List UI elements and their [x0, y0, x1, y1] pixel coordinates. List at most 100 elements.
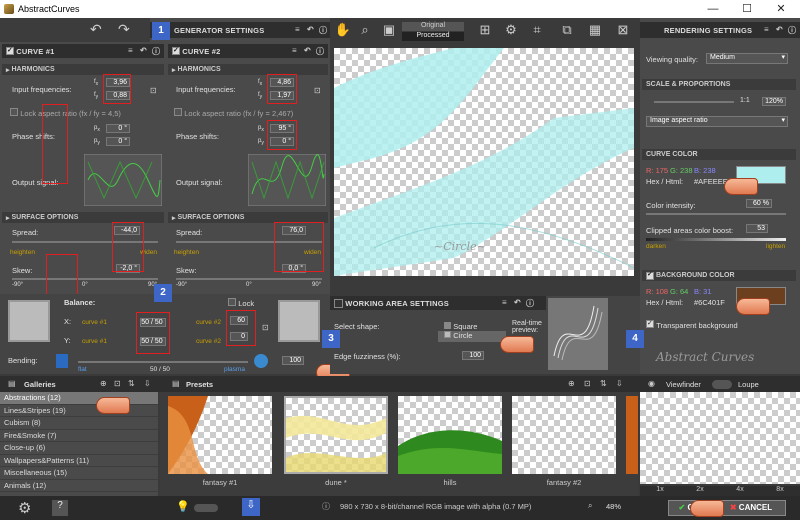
background-checkbox[interactable] — [646, 271, 654, 280]
reset-icon[interactable]: ↶ — [140, 46, 147, 55]
reset-icon[interactable]: ↶ — [307, 25, 314, 34]
radio-circle[interactable] — [444, 331, 451, 338]
sort-icon[interactable]: ⇅ — [128, 379, 135, 388]
cancel-button[interactable]: ✖ CANCEL — [716, 500, 786, 516]
lightbulb-icon[interactable]: 💡 — [176, 500, 190, 513]
loupe-label[interactable]: Loupe — [738, 380, 759, 389]
minimize-button[interactable]: — — [696, 0, 730, 18]
curve1-py-field[interactable]: 0 ° — [106, 137, 130, 146]
curve1-texture-thumb[interactable] — [8, 300, 50, 342]
gallery-item[interactable]: Miscellaneous (15) — [0, 467, 158, 480]
curve1-skew-slider[interactable] — [12, 278, 158, 280]
info-icon[interactable]: ⓘ — [152, 46, 160, 57]
grid-icon[interactable]: ⊞ — [474, 19, 496, 41]
original-button[interactable]: Original — [402, 22, 464, 31]
crop-icon[interactable]: ⌗ — [526, 19, 548, 41]
clipped-boost-field[interactable]: 53 — [746, 224, 768, 233]
clipped-boost-slider[interactable] — [646, 238, 786, 241]
gallery-item[interactable]: Abstractions (12) — [0, 392, 158, 405]
scale-slider[interactable] — [654, 101, 734, 103]
preview-canvas[interactable]: ~Circle~ — [334, 48, 634, 276]
add-folder-icon[interactable]: ⊕ — [100, 379, 107, 388]
gallery-item[interactable]: Wallpapers&Patterns (11) — [0, 455, 158, 467]
tips-toggle[interactable] — [194, 504, 218, 512]
redo-icon[interactable]: ↷ — [118, 21, 130, 38]
viewfinder-label[interactable]: Viewfinder — [666, 380, 701, 389]
curve2-texture-thumb[interactable] — [278, 300, 320, 342]
download-icon[interactable]: ⇩ — [242, 498, 260, 516]
gallery-item[interactable]: Cubism (8) — [0, 417, 158, 430]
preset-thumb-fantasy-2[interactable] — [512, 396, 616, 474]
transparent-bg-row[interactable]: Transparent background — [646, 320, 738, 330]
zoom-4x[interactable]: 4x — [736, 486, 743, 496]
lock-checkbox[interactable] — [174, 108, 182, 116]
gallery-item[interactable]: Close-up (6) — [0, 442, 158, 455]
fit-icon[interactable]: ⧉ — [556, 19, 578, 41]
curve1-enable-checkbox[interactable] — [6, 47, 14, 55]
menu-icon[interactable]: ≡ — [502, 298, 507, 307]
zoom-icon[interactable]: ⌕ — [354, 19, 376, 41]
preset-thumb-partial[interactable] — [626, 396, 638, 474]
gallery-item[interactable]: Animals (12) — [0, 480, 158, 492]
zoom-2x[interactable]: 2x — [696, 486, 703, 496]
sort-icon[interactable]: ⇅ — [600, 379, 607, 388]
bending-fuzz-field[interactable]: 100 — [282, 356, 304, 365]
info-icon[interactable]: ⓘ — [316, 46, 324, 57]
lock-icon[interactable]: ⊡ — [314, 86, 321, 95]
lock-checkbox[interactable] — [10, 108, 18, 116]
reset-icon[interactable]: ↶ — [776, 25, 783, 34]
reset-icon[interactable]: ↶ — [514, 298, 521, 307]
curve1-px-field[interactable]: 0 ° — [106, 124, 130, 133]
save-icon[interactable]: ⊡ — [584, 379, 591, 388]
gallery-item[interactable]: Lines&Stripes (19) — [0, 405, 158, 417]
close-button[interactable]: ✕ — [764, 0, 798, 18]
actual-size-icon[interactable]: ⊠ — [612, 19, 634, 41]
square-option[interactable]: Square — [444, 322, 477, 331]
save-icon[interactable]: ⊡ — [114, 379, 121, 388]
menu-icon[interactable]: ≡ — [292, 46, 297, 55]
hand-tool-icon[interactable]: ✋ — [332, 19, 354, 41]
circle-option[interactable]: Circle — [438, 331, 506, 342]
undo-icon[interactable]: ↶ — [90, 21, 102, 38]
info-icon[interactable]: ⓘ — [788, 25, 796, 36]
aspect-select[interactable]: Image aspect ratio ▾ — [646, 116, 788, 127]
settings-icon[interactable]: ⚙ — [500, 19, 522, 41]
reset-icon[interactable]: ↶ — [304, 46, 311, 55]
gallery-item[interactable]: Fire&Smoke (7) — [0, 430, 158, 442]
edge-fuzziness-field[interactable]: 100 — [462, 351, 484, 360]
curve2-lock-row[interactable]: Lock aspect ratio (fx / fy = 2,467) — [174, 108, 293, 118]
compare-icon[interactable]: ▣ — [378, 19, 400, 41]
maximize-button[interactable]: ☐ — [730, 0, 764, 18]
info-icon[interactable]: ⓘ — [319, 25, 327, 36]
add-preset-icon[interactable]: ⊕ — [568, 379, 575, 388]
download-icon[interactable]: ⇩ — [616, 379, 623, 388]
zoom-8x[interactable]: 8x — [776, 486, 783, 496]
viewfinder-panel[interactable] — [640, 392, 800, 484]
help-icon[interactable]: ? — [52, 500, 68, 516]
preset-thumb-fantasy-1[interactable] — [168, 396, 272, 474]
curve2-skew-slider[interactable] — [176, 278, 322, 280]
info-icon[interactable]: ⓘ — [526, 298, 534, 309]
menu-icon[interactable]: ≡ — [764, 25, 769, 34]
color-intensity-slider[interactable] — [646, 213, 786, 215]
menu-icon[interactable]: ≡ — [295, 25, 300, 34]
radio-square[interactable] — [444, 322, 451, 329]
zoom-1x[interactable]: 1x — [656, 486, 663, 496]
bending-slider[interactable] — [78, 361, 248, 363]
viewfinder-toggle[interactable] — [712, 380, 732, 389]
lock-checkbox[interactable] — [228, 298, 236, 306]
preset-thumb-dune[interactable] — [284, 396, 388, 474]
gear-icon[interactable]: ⚙ — [18, 499, 31, 517]
processed-button[interactable]: Processed — [402, 32, 464, 41]
color-intensity-field[interactable]: 60 % — [746, 199, 772, 208]
download-icon[interactable]: ⇩ — [144, 379, 151, 388]
lock-icon[interactable]: ⊡ — [262, 323, 269, 332]
curve2-enable-checkbox[interactable] — [172, 47, 180, 55]
lock-icon[interactable]: ⊡ — [150, 86, 157, 95]
viewing-quality-select[interactable]: Medium ▾ — [706, 53, 788, 64]
transparent-checkbox[interactable] — [646, 320, 654, 328]
tile-icon[interactable]: ▦ — [584, 19, 606, 41]
scale-percent-field[interactable]: 120% — [762, 97, 786, 106]
menu-icon[interactable]: ≡ — [128, 46, 133, 55]
balance-lock-row[interactable]: Lock — [228, 298, 254, 308]
